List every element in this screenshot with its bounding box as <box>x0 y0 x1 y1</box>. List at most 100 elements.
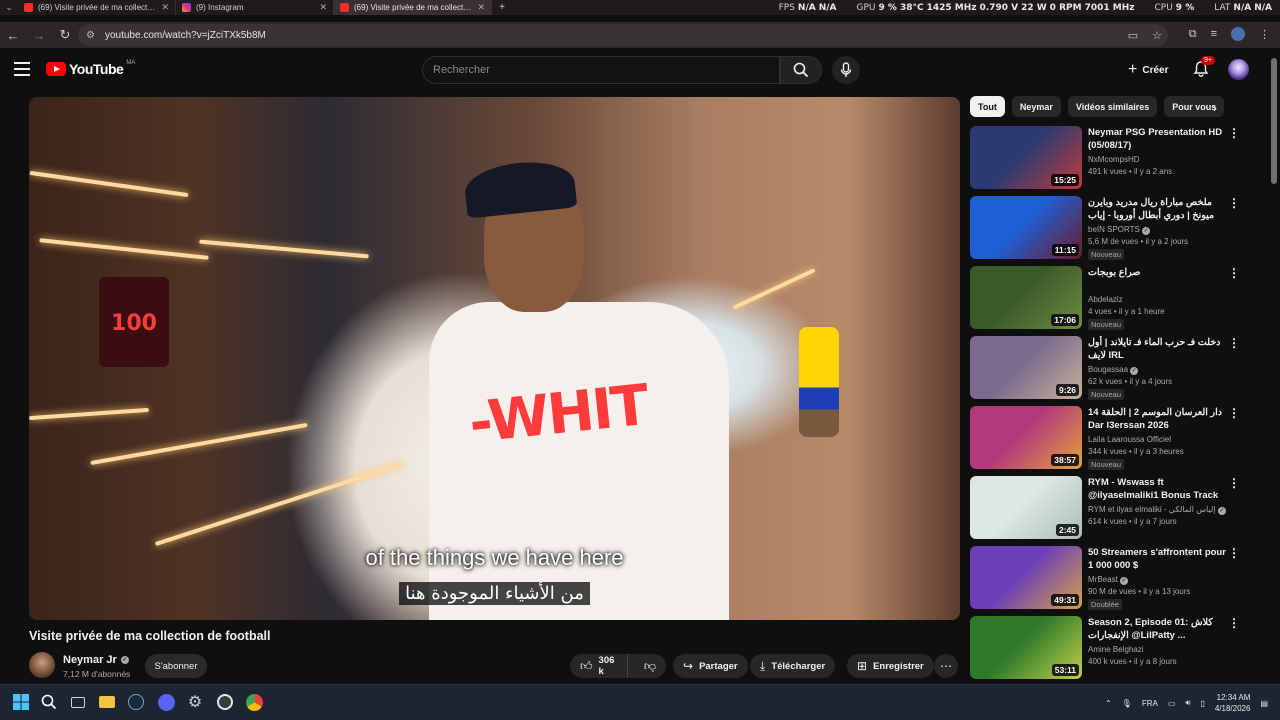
task-view-icon[interactable] <box>67 691 89 713</box>
site-info-icon[interactable]: ⚙ <box>86 30 95 41</box>
volume-icon[interactable]: 🔊︎ <box>1185 698 1190 708</box>
recommendation-channel[interactable]: Abdelaziz <box>1088 295 1228 304</box>
video-player[interactable]: 100 -WHIT of the things we have here من … <box>29 97 960 620</box>
recommendation-item[interactable]: 17:06 صراع بوبجات Abdelaziz 4 vues • il … <box>970 264 1245 334</box>
recommendation-title[interactable]: Season 2, Episode 01: كلاش الإنفجارات @L… <box>1088 616 1228 642</box>
recommendation-item[interactable]: 15:25 Neymar PSG Presentation HD (05/08/… <box>970 124 1245 194</box>
video-thumbnail[interactable]: 2:45 <box>970 476 1082 539</box>
more-vertical-icon[interactable]: ⋮ <box>1228 126 1240 140</box>
video-thumbnail[interactable]: 9:26 <box>970 336 1082 399</box>
recommendation-title[interactable]: 50 Streamers s'affrontent pour 1 000 000… <box>1088 546 1228 572</box>
recommendation-channel[interactable]: Laila Laaroussa Officiel <box>1088 435 1228 444</box>
search-button[interactable] <box>780 56 822 84</box>
recommendation-channel[interactable]: RYM et ilyas elmaliki - إلياس المالكي ✓ <box>1088 505 1228 515</box>
clock[interactable]: 12:34 AM 4/18/2026 <box>1215 692 1251 714</box>
recommendation-item[interactable]: 38:57 دار العرسان الموسم 2 | الحلقة 14 D… <box>970 404 1245 474</box>
chevron-right-icon[interactable]: › <box>1213 101 1217 115</box>
forward-arrow-icon[interactable]: → <box>26 22 52 48</box>
more-vertical-icon[interactable]: ⋮ <box>1228 196 1240 210</box>
chevron-up-icon[interactable]: ⌃ <box>1105 699 1112 708</box>
like-button[interactable]: 👍︎ 306 k <box>570 654 628 678</box>
reload-icon[interactable]: ↻ <box>52 22 78 48</box>
share-button[interactable]: ↪ Partager <box>673 654 748 678</box>
close-tab-icon[interactable]: ✕ <box>161 2 169 13</box>
more-vertical-icon[interactable]: ⋮ <box>1228 266 1240 280</box>
scrollbar-thumb[interactable] <box>1271 58 1277 184</box>
channel-avatar[interactable] <box>29 652 55 678</box>
search-icon[interactable] <box>38 691 60 713</box>
recommendation-badge: Nouveau <box>1088 459 1125 470</box>
recommendation-title[interactable]: دخلت فـ حرب الماء فـ تايلاند | أول لايف … <box>1088 336 1228 362</box>
steam-icon[interactable] <box>125 691 147 713</box>
settings-gear-icon[interactable]: ⚙ <box>184 691 206 713</box>
profile-avatar-icon[interactable] <box>1231 27 1245 41</box>
file-explorer-icon[interactable] <box>96 691 118 713</box>
video-thumbnail[interactable]: 53:11 <box>970 616 1082 679</box>
subscribe-button[interactable]: S'abonner <box>145 654 207 678</box>
windows-start-icon[interactable] <box>10 691 32 713</box>
create-button[interactable]: + Créer <box>1122 59 1174 81</box>
video-thumbnail[interactable]: 38:57 <box>970 406 1082 469</box>
download-button[interactable]: ⤓ Télécharger <box>750 654 836 678</box>
dislike-button[interactable]: 👎︎ <box>634 654 666 678</box>
browser-tab-3[interactable]: (69) Visite privée de ma collection ✕ <box>334 0 492 15</box>
more-vertical-icon[interactable]: ⋮ <box>1228 546 1240 560</box>
reading-list-icon[interactable]: ≡ <box>1211 28 1217 40</box>
video-thumbnail[interactable]: 49:31 <box>970 546 1082 609</box>
tab-search-icon[interactable]: ⌄ <box>0 0 18 15</box>
microphone-tray-icon[interactable]: 🎙︎ <box>1122 699 1132 708</box>
channel-name[interactable]: Neymar Jr ✓ <box>63 654 129 666</box>
chip-related[interactable]: Vidéos similaires <box>1067 96 1158 117</box>
more-vertical-icon[interactable]: ⋮ <box>1228 476 1240 490</box>
recommendation-channel[interactable]: NxMcompsHD <box>1088 155 1228 164</box>
battery-icon[interactable]: ▯ <box>1200 699 1204 708</box>
recommendation-title[interactable]: ملخص مباراة ريال مدريد وبايرن ميونخ | دو… <box>1088 196 1228 223</box>
video-thumbnail[interactable]: 11:15 <box>970 196 1082 259</box>
more-vertical-icon[interactable]: ⋮ <box>1228 336 1240 350</box>
back-arrow-icon[interactable]: ← <box>0 22 26 48</box>
more-vertical-icon[interactable]: ⋮ <box>1228 406 1240 420</box>
browser-tab-1[interactable]: (69) Visite privée de ma collection ✕ <box>18 0 176 15</box>
recommendation-item[interactable]: 49:31 50 Streamers s'affrontent pour 1 0… <box>970 544 1245 614</box>
notification-center-icon[interactable]: ▤ <box>1260 699 1268 708</box>
recommendation-item[interactable]: 2:45 RYM - Wswass ft @ilyaselmaliki1 Bon… <box>970 474 1245 544</box>
account-avatar[interactable] <box>1228 59 1249 80</box>
recommendation-title[interactable]: دار العرسان الموسم 2 | الحلقة 14 Dar l3e… <box>1088 406 1228 432</box>
extensions-icon[interactable]: ⧉ <box>1189 28 1197 41</box>
recommendation-title[interactable]: RYM - Wswass ft @ilyaselmaliki1 Bonus Tr… <box>1088 476 1228 503</box>
chrome-icon[interactable] <box>243 691 265 713</box>
browser-tab-2[interactable]: (9) Instagram ✕ <box>176 0 334 15</box>
menu-hamburger-icon[interactable] <box>14 62 30 76</box>
close-tab-icon[interactable]: ✕ <box>319 2 327 13</box>
recommendation-title[interactable]: Neymar PSG Presentation HD (05/08/17) <box>1088 126 1228 152</box>
recommendation-item[interactable]: 9:26 دخلت فـ حرب الماء فـ تايلاند | أول … <box>970 334 1245 404</box>
save-button[interactable]: ⊞ Enregistrer <box>847 654 934 678</box>
address-bar[interactable]: ⚙ youtube.com/watch?v=jZciTXk5b8M ▭ ☆ <box>78 24 1168 46</box>
recommendation-meta: 491 k vues • il y a 2 ans <box>1088 167 1173 176</box>
more-vertical-icon[interactable]: ⋮ <box>1228 616 1240 630</box>
more-actions-button[interactable]: ⋯ <box>934 654 958 678</box>
bookmark-star-icon[interactable]: ☆ <box>1152 29 1162 42</box>
recommendation-channel[interactable]: beIN SPORTS ✓ <box>1088 225 1228 235</box>
obs-icon[interactable] <box>214 691 236 713</box>
video-thumbnail[interactable]: 17:06 <box>970 266 1082 329</box>
discord-icon[interactable] <box>155 691 177 713</box>
network-icon[interactable]: ▭ <box>1168 699 1176 708</box>
video-thumbnail[interactable]: 15:25 <box>970 126 1082 189</box>
new-tab-button[interactable]: + <box>492 2 512 13</box>
close-tab-icon[interactable]: ✕ <box>477 2 485 13</box>
recommendation-title[interactable]: صراع بوبجات <box>1088 266 1228 279</box>
search-input[interactable]: Rechercher <box>422 56 780 84</box>
recommendation-channel[interactable]: Bougassaa ✓ <box>1088 365 1228 375</box>
recommendation-channel[interactable]: MrBeast ✓ <box>1088 575 1228 585</box>
youtube-logo[interactable]: YouTube MA <box>46 60 135 77</box>
input-language[interactable]: FRA <box>1142 699 1158 708</box>
chip-all[interactable]: Tout <box>970 96 1005 117</box>
voice-search-button[interactable] <box>832 56 860 84</box>
browser-menu-icon[interactable]: ⋮ <box>1259 28 1270 41</box>
recommendation-item[interactable]: 11:15 ملخص مباراة ريال مدريد وبايرن ميون… <box>970 194 1245 264</box>
recommendation-channel[interactable]: Amine Belghazi <box>1088 645 1228 654</box>
chip-neymar[interactable]: Neymar <box>1011 96 1061 117</box>
recommendation-item[interactable]: 53:11 Season 2, Episode 01: كلاش الإنفجا… <box>970 614 1245 682</box>
cast-icon[interactable]: ▭ <box>1128 29 1138 42</box>
